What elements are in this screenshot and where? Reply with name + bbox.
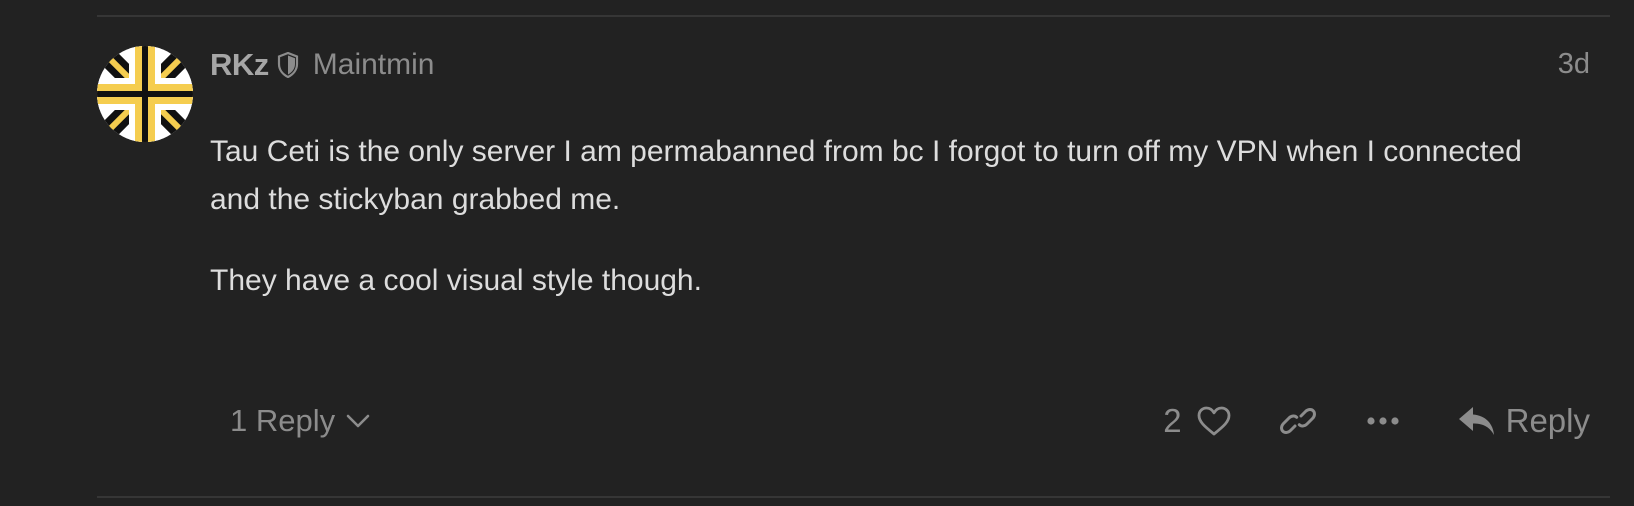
reply-arrow-icon [1458,405,1496,437]
shield-icon [277,52,299,78]
reply-count-label: 1 Reply [230,403,336,438]
username[interactable]: RKz [210,47,269,83]
avatar[interactable] [97,46,193,142]
post-divider-bottom [97,496,1610,498]
post-body: Tau Ceti is the only server I am permaba… [210,128,1560,338]
chevron-down-icon [345,413,371,429]
ellipsis-icon[interactable] [1366,415,1400,427]
post-header: RKz Maintmin [210,44,434,86]
like-button[interactable]: 2 [1163,402,1231,440]
post-paragraph: Tau Ceti is the only server I am permaba… [210,135,1522,216]
reply-label: Reply [1505,402,1590,439]
reply-button[interactable]: Reply [1458,402,1590,440]
post-paragraph: They have a cool visual style though. [210,264,702,297]
like-count[interactable]: 2 [1163,402,1181,440]
post-date[interactable]: 3d [1558,48,1590,81]
post-actions: 2 Reply [1163,402,1590,440]
heart-icon [1196,405,1232,437]
post-divider-top [97,15,1610,17]
user-title: Maintmin [312,48,435,81]
show-replies-button[interactable]: 1 Reply [230,403,371,439]
link-icon[interactable] [1279,406,1316,436]
avatar-flag-image [97,46,193,142]
post-controls: 1 Reply 2 Reply [210,396,1590,446]
